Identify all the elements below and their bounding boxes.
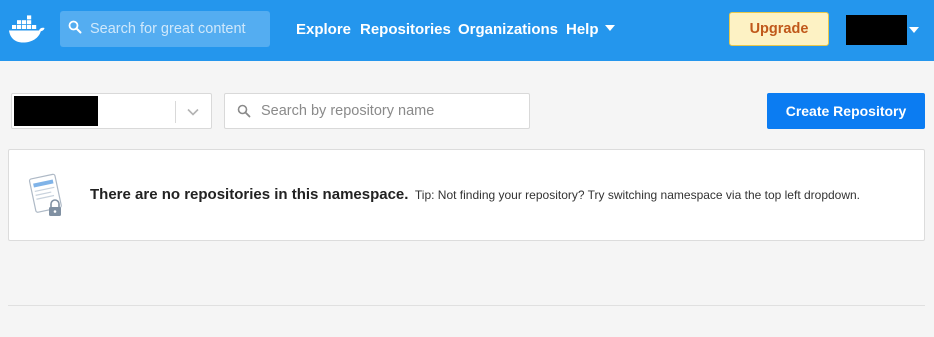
global-search-box xyxy=(60,11,270,47)
chevron-down-icon xyxy=(604,25,615,32)
empty-state-tip: Tip: Not finding your repository? Try sw… xyxy=(414,188,861,202)
nav-organizations[interactable]: Organizations xyxy=(458,20,558,40)
nav-explore[interactable]: Explore xyxy=(296,20,351,40)
create-repository-button[interactable]: Create Repository xyxy=(767,93,925,129)
search-icon xyxy=(237,104,251,118)
search-icon xyxy=(68,20,82,34)
dropdown-separator xyxy=(175,101,176,123)
content-divider xyxy=(8,305,925,306)
nav-help-label: Help xyxy=(566,21,599,38)
global-search-input[interactable] xyxy=(90,11,268,47)
docker-whale-icon[interactable] xyxy=(8,14,46,44)
upgrade-button[interactable]: Upgrade xyxy=(729,12,829,46)
user-account-menu[interactable] xyxy=(846,15,907,45)
locked-repository-icon xyxy=(28,173,62,216)
namespace-value xyxy=(14,96,98,126)
chevron-down-icon[interactable] xyxy=(186,105,200,119)
empty-state-title: There are no repositories in this namesp… xyxy=(90,186,409,203)
empty-state-card: There are no repositories in this namesp… xyxy=(8,149,925,241)
empty-state-message: There are no repositories in this namesp… xyxy=(90,186,860,204)
chevron-down-icon[interactable] xyxy=(909,27,919,33)
repository-search-box xyxy=(224,93,530,129)
repository-search-input[interactable] xyxy=(261,94,527,128)
nav-help[interactable]: Help xyxy=(566,20,615,40)
top-navigation-bar: Explore Repositories Organizations Help … xyxy=(0,0,934,61)
namespace-dropdown[interactable] xyxy=(11,93,212,129)
nav-repositories[interactable]: Repositories xyxy=(360,20,451,40)
